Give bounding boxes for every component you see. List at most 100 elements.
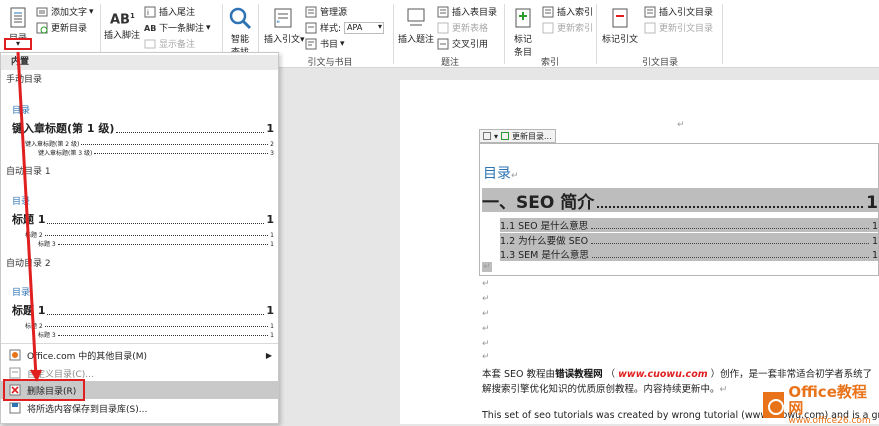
gallery-manual-level1[interactable]: 键入章标题(第 1 级) 1 bbox=[12, 120, 274, 136]
add-text-label: 添加文字 bbox=[51, 8, 88, 18]
watermark-title: Office教程网 bbox=[788, 383, 867, 417]
style-icon bbox=[305, 22, 317, 33]
smart-lookup-label-1: 智能 bbox=[230, 35, 249, 45]
endnote-icon: i bbox=[144, 6, 156, 17]
cross-reference-button[interactable]: 交叉引用 bbox=[437, 37, 488, 50]
bibliography-button[interactable]: 书目 ▾ bbox=[305, 37, 345, 50]
mark-entry-label-1: 标记 bbox=[513, 35, 532, 45]
show-notes-icon bbox=[144, 39, 156, 48]
gallery-auto1-level2[interactable]: 标题 21 bbox=[25, 230, 274, 239]
update-toc-icon bbox=[36, 22, 48, 33]
update-index-button[interactable]: 更新索引 bbox=[542, 21, 593, 34]
paragraph-mark: ↵ bbox=[482, 324, 490, 334]
body-paragraph-line-1: 本套 SEO 教程由错误教程网 （ www.cuowu.com ）创作，是一套非… bbox=[482, 369, 873, 380]
insert-table-of-figures-label: 插入表目录 bbox=[452, 8, 498, 18]
office-icon bbox=[9, 349, 21, 361]
group-separator bbox=[596, 4, 597, 64]
update-index-icon bbox=[542, 22, 554, 33]
table-of-contents-icon bbox=[10, 7, 26, 28]
insert-endnote-label: 插入尾注 bbox=[159, 8, 196, 18]
insert-index-icon bbox=[542, 6, 554, 17]
group-separator bbox=[393, 4, 394, 64]
toc-entry-page: 1 bbox=[871, 250, 878, 261]
group-label-index: 索引 bbox=[540, 58, 559, 68]
mark-citation-icon bbox=[612, 8, 628, 28]
update-toc-tab-label[interactable]: 更新目录... bbox=[512, 131, 552, 142]
search-icon bbox=[229, 7, 252, 30]
paragraph-mark: ↵ bbox=[482, 279, 490, 289]
document-toc-entry[interactable]: 1.1 SEO 是什么意思 1 bbox=[500, 218, 878, 232]
gallery-item-name-auto1: 自动目录 1 bbox=[6, 167, 51, 177]
gallery-auto1-level3[interactable]: 标题 31 bbox=[38, 239, 274, 248]
gallery-item-name-manual: 手动目录 bbox=[6, 75, 43, 85]
table-of-figures-icon bbox=[437, 6, 449, 17]
style-label: 样式: bbox=[320, 24, 342, 34]
menu-item-label: 将所选内容保存到目录库(S)... bbox=[27, 404, 148, 415]
paragraph-mark: ↵ bbox=[482, 294, 490, 304]
document-toc-entry[interactable]: 1.3 SEM 是什么意思 1 bbox=[500, 247, 878, 261]
chevron-right-icon: ▶ bbox=[265, 350, 272, 360]
update-table-of-authorities-button[interactable]: 更新引文目录 bbox=[644, 21, 713, 34]
show-notes-button[interactable]: 显示备注 bbox=[144, 37, 195, 50]
toc-entry-text: 1.3 SEM 是什么意思 bbox=[500, 250, 589, 261]
mark-entry-button[interactable]: 标记 条目 bbox=[508, 6, 538, 58]
gallery-item-manual-title[interactable]: 目录 bbox=[12, 103, 30, 116]
next-footnote-button[interactable]: AB 下一条脚注 ▾ bbox=[144, 21, 211, 35]
gallery-section-header: 内置 bbox=[1, 55, 278, 70]
gallery-auto2-level2[interactable]: 标题 21 bbox=[25, 321, 274, 330]
manage-sources-label: 管理源 bbox=[320, 8, 348, 18]
menu-item-label: 自定义目录(C)... bbox=[27, 369, 94, 380]
toc-entry-page: 1 bbox=[866, 193, 878, 212]
update-table-icon bbox=[437, 22, 449, 33]
gallery-auto2-level1[interactable]: 标题 11 bbox=[12, 302, 274, 318]
caption-icon bbox=[407, 8, 425, 26]
insert-footnote-button[interactable]: AB1 插入脚注 bbox=[104, 6, 140, 41]
toc-content-control-tab[interactable]: ▾ 更新目录... bbox=[479, 129, 556, 143]
mark-citation-button[interactable]: 标记引文 bbox=[600, 6, 640, 45]
chevron-down-icon: ▾ bbox=[15, 39, 20, 48]
toc-entry-text: 1.2 为什么要做 SEO bbox=[500, 236, 589, 247]
save-selection-to-gallery-menu-item[interactable]: 将所选内容保存到目录库(S)... bbox=[1, 399, 278, 417]
menu-item-label: Office.com 中的其他目录(M) bbox=[27, 351, 148, 362]
group-label-citations: 引文与书目 bbox=[307, 58, 353, 68]
paragraph-mark: ↵ bbox=[482, 339, 490, 349]
mark-entry-icon bbox=[515, 8, 531, 28]
insert-table-of-authorities-button[interactable]: 插入引文目录 bbox=[644, 5, 713, 18]
citation-style-select[interactable]: APA bbox=[344, 21, 385, 34]
svg-text:i: i bbox=[147, 9, 149, 17]
gallery-manual-level3[interactable]: 键入章标题(第 3 级) 3 bbox=[38, 148, 274, 157]
save-icon bbox=[9, 402, 21, 414]
office-logo-icon bbox=[763, 392, 785, 418]
refresh-icon bbox=[501, 132, 510, 140]
gallery-manual-level2[interactable]: 键入章标题(第 2 级) 2 bbox=[25, 139, 274, 148]
watermark-url: www.office26.com bbox=[788, 416, 871, 426]
table-of-contents-dropdown-arrow[interactable]: ▾ bbox=[4, 38, 32, 50]
document-icon bbox=[483, 132, 491, 140]
insert-table-of-figures-button[interactable]: 插入表目录 bbox=[437, 5, 497, 18]
gallery-item-auto1-title[interactable]: 目录 bbox=[12, 194, 30, 207]
update-toc-button[interactable]: 更新目录 bbox=[36, 21, 87, 34]
document-toc-entry[interactable]: 1.2 为什么要做 SEO 1 bbox=[500, 233, 878, 247]
insert-index-button[interactable]: 插入索引 bbox=[542, 5, 593, 18]
toc-entry-text: 一、SEO 简介 bbox=[482, 193, 595, 212]
insert-citation-button[interactable]: " 插入引文▾ bbox=[264, 6, 305, 45]
insert-endnote-button[interactable]: i 插入尾注 bbox=[144, 5, 195, 18]
insert-table-of-authorities-label: 插入引文目录 bbox=[659, 8, 714, 18]
gallery-auto1-level1[interactable]: 标题 11 bbox=[12, 211, 274, 227]
footnote-icon: AB1 bbox=[110, 12, 135, 28]
mark-citation-label: 标记引文 bbox=[601, 35, 638, 45]
document-toc-entry-h1[interactable]: 一、SEO 简介 1 bbox=[482, 188, 878, 212]
bibliography-icon bbox=[305, 38, 317, 49]
smart-lookup-button[interactable]: 智能 查找 bbox=[226, 6, 254, 58]
more-toc-from-office-menu-item[interactable]: Office.com 中的其他目录(M) ▶ bbox=[1, 346, 278, 364]
insert-caption-button[interactable]: 插入题注 bbox=[398, 6, 434, 45]
add-text-button[interactable]: 添加文字 ▾ bbox=[36, 5, 94, 18]
manage-sources-button[interactable]: 管理源 bbox=[305, 5, 347, 18]
update-table-of-authorities-icon bbox=[644, 22, 656, 33]
update-table-button[interactable]: 更新表格 bbox=[437, 21, 488, 34]
gallery-auto2-level3[interactable]: 标题 31 bbox=[38, 330, 274, 339]
gallery-item-auto2-title[interactable]: 目录 bbox=[12, 285, 30, 298]
toc-entry-page: 1 bbox=[871, 221, 878, 232]
toc-entry-text: 1.1 SEO 是什么意思 bbox=[500, 221, 589, 232]
menu-separator bbox=[1, 343, 278, 344]
